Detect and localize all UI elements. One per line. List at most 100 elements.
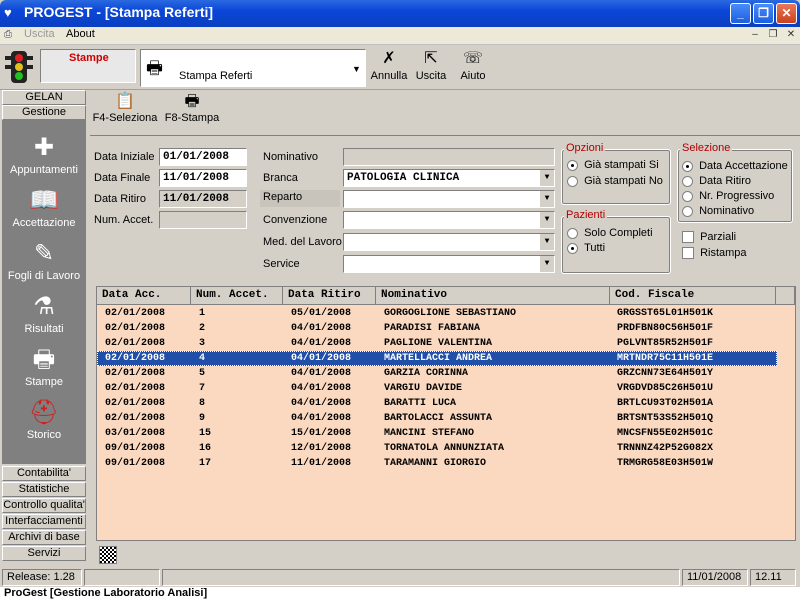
chevron-down-icon[interactable]: ▼ <box>539 212 554 228</box>
mdi-close-button[interactable]: ✕ <box>784 29 798 42</box>
column-header-filler <box>776 287 795 305</box>
table-row[interactable]: 02/01/2008 9 04/01/2008 BARTOLACCI ASSUNTA B… <box>97 411 777 426</box>
f4-seleziona-button[interactable]: 📋 F4-Seleziona <box>92 92 158 130</box>
annulla-label: Annulla <box>370 70 408 82</box>
sidebar-item-risultati[interactable]: ⚗ Risultati <box>2 291 86 341</box>
table-cell: TARAMANNI GIORGIO <box>384 458 487 469</box>
radio-label: Nr. Progressivo <box>699 190 775 202</box>
table-cell: MANCINI STEFANO <box>384 428 475 439</box>
radio-nominativo[interactable]: Nominativo <box>682 205 754 217</box>
restore-button[interactable]: ❐ <box>753 3 774 24</box>
sidebar-item-fogli-di-lavoro[interactable]: ✎ Fogli di Lavoro <box>2 238 86 288</box>
column-header-data-acc[interactable]: Data Acc. <box>97 287 191 305</box>
radio-data-accettazione[interactable]: Data Accettazione <box>682 160 788 172</box>
checkbox-label: Ristampa <box>700 247 747 259</box>
sidebar-section-controllo-qualita[interactable]: Controllo qualita' <box>2 498 86 513</box>
sidebar-item-stampe[interactable]: 🖶 Stampe <box>2 344 86 394</box>
table-row[interactable]: 02/01/2008 7 04/01/2008 VARGIU DAVIDE VRGDVD… <box>97 381 777 396</box>
table-cell: 12/01/2008 <box>291 443 352 454</box>
chevron-down-icon[interactable]: ▼ <box>352 64 361 74</box>
reparto-select[interactable]: ▼ <box>343 190 555 208</box>
sheet-tab-icon[interactable] <box>99 546 117 564</box>
data-ritiro-field[interactable]: 11/01/2008 <box>159 190 247 208</box>
sidebar-item-storico[interactable]: ⛑ Storico <box>2 397 86 447</box>
checkbox-ristampa[interactable]: Ristampa <box>682 247 747 260</box>
table-cell: 04/01/2008 <box>291 368 352 379</box>
menu-about[interactable]: About <box>66 28 95 40</box>
branca-select[interactable]: PATOLOGIA CLINICA ▼ <box>343 169 555 187</box>
cancel-icon: ✗ <box>382 50 396 67</box>
sidebar-section-archivi[interactable]: Archivi di base <box>2 530 86 545</box>
table-row[interactable]: 09/01/2008 16 12/01/2008 TORNATOLA ANNUNZIA… <box>97 441 777 456</box>
column-header-cod-fiscale[interactable]: Cod. Fiscale <box>610 287 776 305</box>
service-select[interactable]: ▼ <box>343 255 555 273</box>
checkbox-parziali[interactable]: Parziali <box>682 231 736 244</box>
mdi-restore-button[interactable]: ❐ <box>766 29 780 42</box>
status-date: 11/01/2008 <box>682 569 748 586</box>
results-table[interactable]: Data Acc. Num. Accet. Data Ritiro Nomina… <box>96 286 796 541</box>
chevron-down-icon[interactable]: ▼ <box>539 170 554 186</box>
report-select[interactable]: 🖶 Stampa Referti ▼ <box>140 49 366 87</box>
radio-data-ritiro[interactable]: Data Ritiro <box>682 175 751 187</box>
table-cell: TRMGRG58E03H501W <box>617 458 714 469</box>
sidebar-header-gestione[interactable]: Gestione <box>2 105 86 120</box>
table-cell: VRGDVD85C26H501U <box>617 383 714 394</box>
table-cell: 9 <box>199 413 206 424</box>
app-icon[interactable]: ♥ <box>4 5 20 21</box>
sidebar-section-interfacciamenti[interactable]: Interfacciamenti <box>2 514 86 529</box>
mdi-minimize-button[interactable]: – <box>748 29 762 42</box>
table-row[interactable]: 09/01/2008 17 11/01/2008 TARAMANNI GIORGIO T… <box>97 456 777 471</box>
table-row[interactable]: 02/01/2008 4 04/01/2008 MARTELLACCI ANDREA M… <box>97 351 777 366</box>
data-iniziale-field[interactable]: 01/01/2008 <box>159 148 247 166</box>
sidebar-item-label: Risultati <box>24 323 64 335</box>
sidebar-header-gelan[interactable]: GELAN <box>2 90 86 105</box>
sidebar-item-accettazione[interactable]: 📖 Accettazione <box>2 185 86 235</box>
nominativo-field[interactable] <box>343 148 555 166</box>
close-button[interactable]: ✕ <box>776 3 797 24</box>
f8-stampa-label: F8-Stampa <box>164 112 220 124</box>
table-row[interactable]: 02/01/2008 5 04/01/2008 GARZIA CORINNA GRZCN… <box>97 366 777 381</box>
column-header-num-accet[interactable]: Num. Accet. <box>191 287 283 305</box>
table-cell: 02/01/2008 <box>105 353 166 364</box>
radio-gia-stampati-no[interactable]: Già stampati No <box>567 175 663 187</box>
minimize-button[interactable]: _ <box>730 3 751 24</box>
menu-uscita[interactable]: Uscita <box>24 28 55 40</box>
sidebar-section-contabilita[interactable]: Contabilita' <box>2 466 86 481</box>
table-cell: 5 <box>199 368 206 379</box>
footer-text: ProGest [Gestione Laboratorio Analisi] <box>4 587 208 599</box>
f8-stampa-button[interactable]: 🖶 F8-Stampa <box>162 92 222 130</box>
convenzione-select[interactable]: ▼ <box>343 211 555 229</box>
radio-gia-stampati-si[interactable]: Già stampati Si <box>567 159 659 171</box>
chevron-down-icon[interactable]: ▼ <box>539 256 554 272</box>
table-cell: 2 <box>199 323 206 334</box>
radio-tutti[interactable]: Tutti <box>567 242 605 254</box>
sidebar-item-label: Stampe <box>25 376 63 388</box>
table-cell: MRTNDR75C11H501E <box>617 353 714 364</box>
table-row[interactable]: 02/01/2008 1 05/01/2008 GORGOGLIONE SEBASTI… <box>97 306 777 321</box>
table-row[interactable]: 03/01/2008 15 15/01/2008 MANCINI STEFANO MNC… <box>97 426 777 441</box>
table-row[interactable]: 02/01/2008 8 04/01/2008 BARATTI LUCA BRTLCU9… <box>97 396 777 411</box>
sidebar-section-servizi[interactable]: Servizi <box>2 546 86 561</box>
data-finale-field[interactable]: 11/01/2008 <box>159 169 247 187</box>
aiuto-button[interactable]: ☏ Aiuto <box>452 48 494 88</box>
uscita-button[interactable]: ⇱ Uscita <box>410 48 452 88</box>
num-accet-field[interactable] <box>159 211 247 229</box>
sidebar-item-appuntamenti[interactable]: ✚ Appuntamenti <box>2 132 86 182</box>
chevron-down-icon[interactable]: ▼ <box>539 234 554 250</box>
table-row[interactable]: 02/01/2008 3 04/01/2008 PAGLIONE VALENTINA P… <box>97 336 777 351</box>
med-lavoro-select[interactable]: ▼ <box>343 233 555 251</box>
radio-solo-completi[interactable]: Solo Completi <box>567 227 653 239</box>
sidebar-section-statistiche[interactable]: Statistiche <box>2 482 86 497</box>
printer-icon: 🖶 <box>146 58 163 78</box>
column-header-nominativo[interactable]: Nominativo <box>376 287 610 305</box>
radio-label: Già stampati Si <box>584 159 659 171</box>
annulla-button[interactable]: ✗ Annulla <box>368 48 410 88</box>
chevron-down-icon[interactable]: ▼ <box>539 191 554 207</box>
selezione-title: Selezione <box>680 142 733 154</box>
radio-label: Data Ritiro <box>699 175 752 187</box>
module-indicator: Stampe <box>40 49 136 83</box>
radio-nr-progressivo[interactable]: Nr. Progressivo <box>682 190 774 202</box>
branca-label: Branca <box>263 172 298 184</box>
table-row[interactable]: 02/01/2008 2 04/01/2008 PARADISI FABIANA PRD… <box>97 321 777 336</box>
column-header-data-ritiro[interactable]: Data Ritiro <box>283 287 376 305</box>
